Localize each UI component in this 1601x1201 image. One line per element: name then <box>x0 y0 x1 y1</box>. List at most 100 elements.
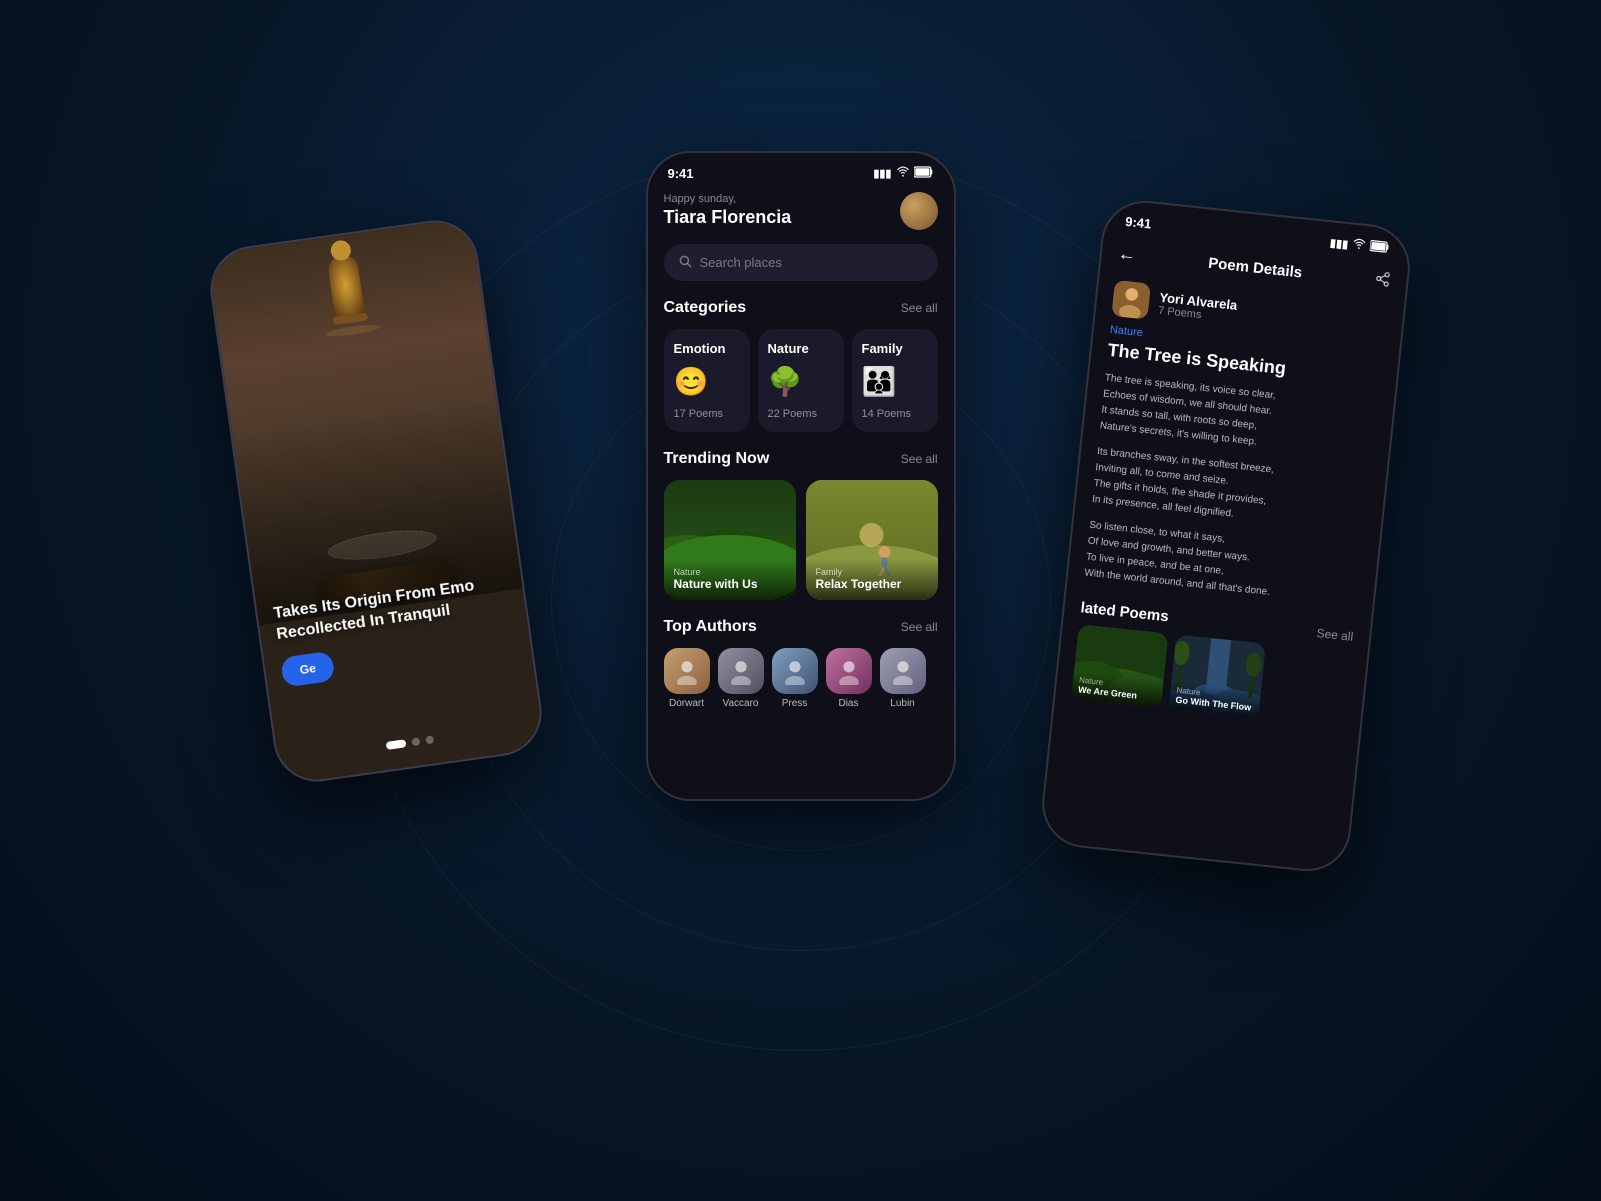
author-5-image <box>880 648 926 694</box>
carousel-dots <box>385 735 434 750</box>
left-phone-button[interactable]: Ge <box>279 650 335 687</box>
related-poem-2[interactable]: Nature Go With The Flow <box>1168 634 1265 718</box>
greeting-text-area: Happy sunday, Tiara Florencia <box>664 193 792 228</box>
categories-see-all[interactable]: See all <box>901 301 938 315</box>
search-icon <box>678 254 692 271</box>
nature-count: 22 Poems <box>768 408 818 420</box>
category-family[interactable]: Family 👨‍👩‍👦 14 Poems <box>852 329 938 432</box>
left-phone-content: Takes Its Origin From Emo Recollected In… <box>206 217 544 785</box>
trending-family-title: Relax Together <box>816 577 928 591</box>
related-title-text: lated Poems <box>1079 599 1169 625</box>
dot-3 <box>425 735 434 744</box>
author-4-image <box>826 648 872 694</box>
phone-center: 9:41 ▮▮▮ Happy sunday, Tiara Florencia <box>646 151 956 801</box>
family-name: Family <box>862 341 903 356</box>
author-avatar-1 <box>664 648 710 694</box>
avatar-image <box>900 192 938 230</box>
emotion-count: 17 Poems <box>674 408 724 420</box>
category-nature[interactable]: Nature 🌳 22 Poems <box>758 329 844 432</box>
user-name: Tiara Florencia <box>664 207 792 228</box>
dot-1 <box>385 739 406 750</box>
authors-see-all[interactable]: See all <box>901 620 938 634</box>
right-signal-icon: ▮▮▮ <box>1329 236 1348 251</box>
user-avatar[interactable] <box>900 192 938 230</box>
nature-icon: 🌳 <box>768 368 803 396</box>
trending-nature-category: Nature <box>674 567 786 577</box>
author-1-image <box>664 648 710 694</box>
trending-family[interactable]: Family Relax Together <box>806 480 938 600</box>
author-avatar-4 <box>826 648 872 694</box>
trending-title: Trending Now <box>664 450 770 468</box>
left-phone-title: Takes Its Origin From Emo Recollected In… <box>272 572 510 646</box>
family-icon: 👨‍👩‍👦 <box>862 368 897 396</box>
author-avatar-5 <box>880 648 926 694</box>
greeting-section: Happy sunday, Tiara Florencia <box>664 188 938 230</box>
author-vaccaro[interactable]: Vaccaro <box>718 648 764 709</box>
author-dias[interactable]: Dias <box>826 648 872 709</box>
emotion-name: Emotion <box>674 341 726 356</box>
author-name-1: Dorwart <box>669 698 704 709</box>
author-name-4: Dias <box>838 698 858 709</box>
poem-detail-title: Poem Details <box>1207 254 1302 281</box>
nature-name: Nature <box>768 341 809 356</box>
trending-nature-title: Nature with Us <box>674 577 786 591</box>
center-status-bar: 9:41 ▮▮▮ <box>648 153 954 188</box>
author-name-3: Press <box>782 698 808 709</box>
author-name-2: Vaccaro <box>723 698 759 709</box>
author-avatar-3 <box>772 648 818 694</box>
back-button[interactable]: ← <box>1116 243 1136 266</box>
trending-grid: Nature Nature with Us <box>664 480 938 600</box>
authors-title: Top Authors <box>664 618 757 636</box>
right-status-icons: ▮▮▮ <box>1329 234 1391 257</box>
author-name-5: Lubin <box>890 698 914 709</box>
stanza-1-line: The tree is speaking, its voice so clear… <box>1099 372 1276 447</box>
poem-body-text: The tree is speaking, its voice so clear… <box>1067 368 1393 611</box>
related-poems-section: lated Poems See all <box>1055 589 1371 728</box>
family-card-overlay: Family Relax Together <box>806 559 938 599</box>
categories-grid: Emotion 😊 17 Poems Nature 🌳 22 Poems Fam… <box>664 329 938 432</box>
related-see-all[interactable]: See all <box>1315 625 1353 643</box>
categories-title: Categories <box>664 299 747 317</box>
trending-nature[interactable]: Nature Nature with Us <box>664 480 796 600</box>
greeting-label: Happy sunday, <box>664 193 792 205</box>
family-count: 14 Poems <box>862 408 912 420</box>
trending-header: Trending Now See all <box>664 450 938 468</box>
signal-icon: ▮▮▮ <box>873 167 891 180</box>
phone-right: 9:41 ▮▮▮ ← Poem Details <box>1037 196 1413 875</box>
categories-header: Categories See all <box>664 299 938 317</box>
phone-left: Takes Its Origin From Emo Recollected In… <box>204 214 547 786</box>
poem-author-info: Yori Alvarela 7 Poems <box>1157 289 1237 324</box>
authors-row: Dorwart Vaccaro <box>664 648 938 709</box>
author-3-image <box>772 648 818 694</box>
emotion-icon: 😊 <box>674 368 709 396</box>
lamp-visual <box>306 250 389 359</box>
author-avatar-2 <box>718 648 764 694</box>
category-emotion[interactable]: Emotion 😊 17 Poems <box>664 329 750 432</box>
right-time: 9:41 <box>1124 213 1151 231</box>
author-dorwart[interactable]: Dorwart <box>664 648 710 709</box>
author-lubin[interactable]: Lubin <box>880 648 926 709</box>
poem-author-avatar <box>1111 280 1151 320</box>
phones-container: Takes Its Origin From Emo Recollected In… <box>301 151 1301 1051</box>
center-time: 9:41 <box>668 166 694 181</box>
trending-family-category: Family <box>816 567 928 577</box>
right-phone-content: ← Poem Details <box>1041 233 1408 858</box>
nature-card-overlay: Nature Nature with Us <box>664 559 796 599</box>
stanza-3-line: So listen close, to what it says, Of lov… <box>1083 519 1270 597</box>
authors-header: Top Authors See all <box>664 618 938 636</box>
right-wifi-icon <box>1351 236 1367 254</box>
stanza-2-line: Its branches sway, in the softest breeze… <box>1091 446 1274 520</box>
dot-2 <box>411 737 420 746</box>
trending-see-all[interactable]: See all <box>901 452 938 466</box>
search-bar[interactable]: Search places <box>664 244 938 281</box>
related-poem-1[interactable]: Nature We Are Green <box>1071 624 1168 708</box>
wifi-icon <box>896 165 910 182</box>
share-button[interactable] <box>1373 270 1391 293</box>
battery-icon <box>914 166 934 181</box>
search-placeholder-text: Search places <box>700 255 782 270</box>
author-2-image <box>718 648 764 694</box>
author-press[interactable]: Press <box>772 648 818 709</box>
center-status-icons: ▮▮▮ <box>873 165 933 182</box>
right-battery-icon <box>1369 239 1390 256</box>
center-phone-content: Happy sunday, Tiara Florencia Search pla… <box>648 188 954 784</box>
